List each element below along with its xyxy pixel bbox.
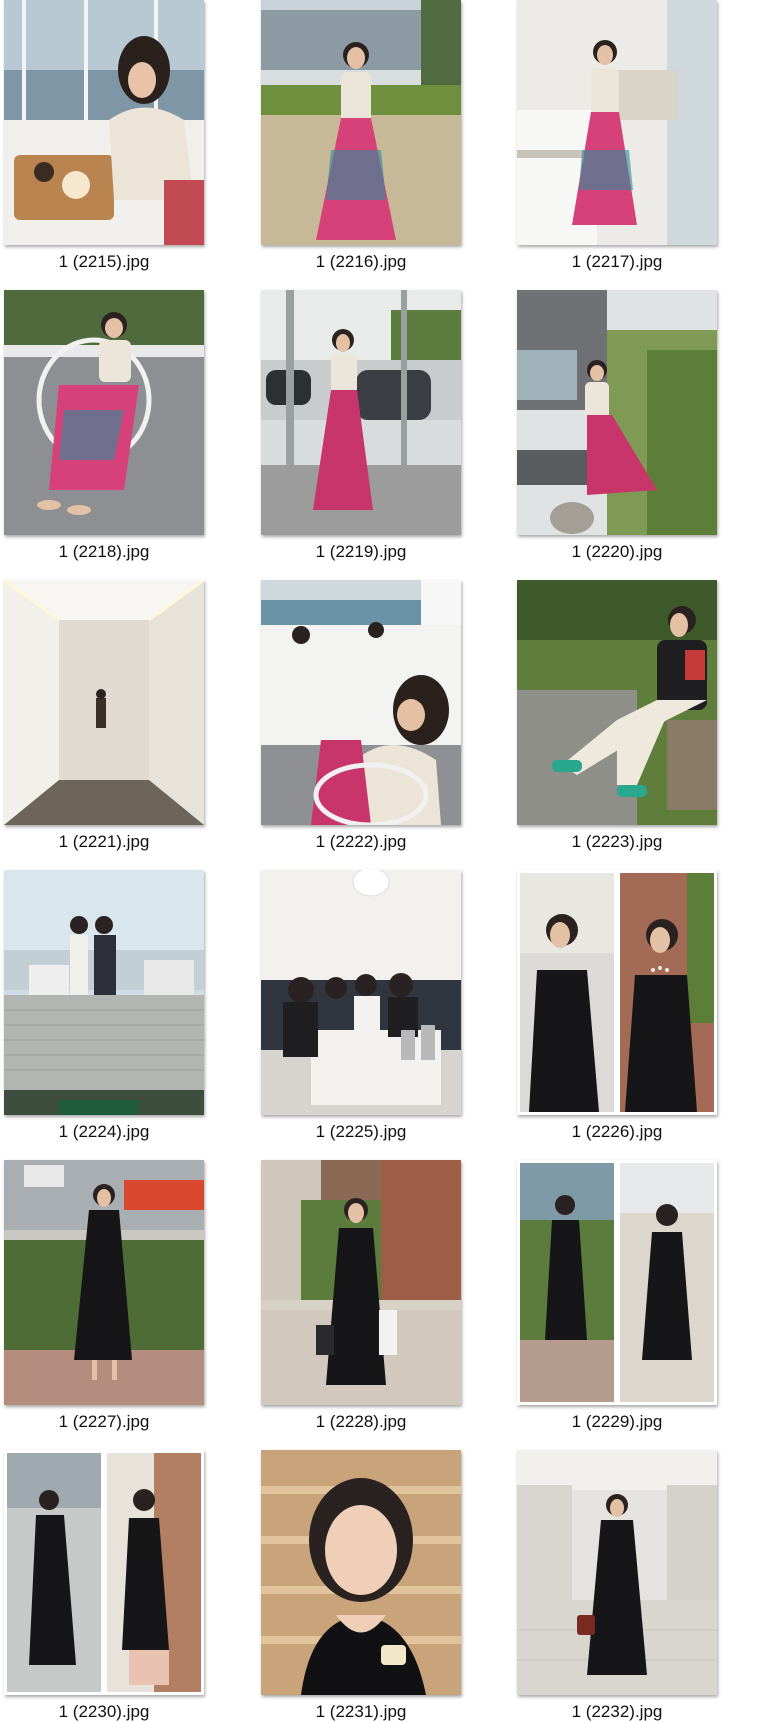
photo-woman-beach-view	[261, 580, 461, 825]
thumbnail-image[interactable]	[4, 0, 204, 245]
thumbnail-image[interactable]	[4, 290, 204, 535]
photo-woman-park-bench	[517, 580, 717, 825]
photo-woman-by-car	[261, 290, 461, 535]
thumbnail-image[interactable]	[261, 290, 461, 535]
photo-woman-black-dress-plaza	[261, 1160, 461, 1405]
file-name-label[interactable]: 1 (2228).jpg	[261, 1412, 461, 1432]
thumbnail-image[interactable]	[517, 0, 717, 245]
thumbnail-image[interactable]	[517, 1450, 717, 1695]
file-name-label[interactable]: 1 (2221).jpg	[4, 832, 204, 852]
photo-woman-bench-garden	[517, 290, 717, 535]
thumbnail-image[interactable]	[261, 1160, 461, 1405]
photo-woman-floral-skirt-terrace	[517, 0, 717, 245]
file-name-label[interactable]: 1 (2232).jpg	[517, 1702, 717, 1722]
photo-woman-sitting-gravel	[4, 290, 204, 535]
thumbnail-image[interactable]	[517, 870, 717, 1115]
file-name-label[interactable]: 1 (2215).jpg	[4, 252, 204, 272]
photo-two-women-rooftop	[4, 870, 204, 1115]
file-name-label[interactable]: 1 (2216).jpg	[261, 252, 461, 272]
file-name-label[interactable]: 1 (2227).jpg	[4, 1412, 204, 1432]
photo-woman-mall	[517, 1450, 717, 1695]
file-name-label[interactable]: 1 (2229).jpg	[517, 1412, 717, 1432]
thumbnail-image[interactable]	[4, 580, 204, 825]
thumbnail-image[interactable]	[4, 870, 204, 1115]
photo-woman-portrait	[261, 1450, 461, 1695]
file-name-label[interactable]: 1 (2217).jpg	[517, 252, 717, 272]
thumbnail-image[interactable]	[261, 580, 461, 825]
file-name-label[interactable]: 1 (2218).jpg	[4, 542, 204, 562]
thumbnail-image[interactable]	[517, 1160, 717, 1405]
photo-woman-black-dress-street	[4, 1160, 204, 1405]
thumbnail-image[interactable]	[261, 870, 461, 1115]
thumbnail-image[interactable]	[261, 1450, 461, 1695]
photo-woman-black-dress-collage-3	[4, 1450, 204, 1695]
thumbnail-image[interactable]	[517, 290, 717, 535]
file-name-label[interactable]: 1 (2231).jpg	[261, 1702, 461, 1722]
file-name-label[interactable]: 1 (2224).jpg	[4, 1122, 204, 1142]
photo-woman-cafe-window	[4, 0, 204, 245]
photo-group-restaurant	[261, 870, 461, 1115]
file-thumbnail-grid: 1 (2215).jpg 1 (2216).jpg 1 (2217).jpg 1…	[0, 0, 759, 1721]
photo-woman-floral-skirt-outdoor	[261, 0, 461, 245]
photo-woman-black-dress-collage	[517, 870, 717, 1115]
photo-corridor	[4, 580, 204, 825]
photo-woman-black-dress-collage-2	[517, 1160, 717, 1405]
thumbnail-image[interactable]	[4, 1450, 204, 1695]
thumbnail-image[interactable]	[4, 1160, 204, 1405]
file-name-label[interactable]: 1 (2230).jpg	[4, 1702, 204, 1722]
file-name-label[interactable]: 1 (2222).jpg	[261, 832, 461, 852]
thumbnail-image[interactable]	[261, 0, 461, 245]
thumbnail-image[interactable]	[517, 580, 717, 825]
file-name-label[interactable]: 1 (2225).jpg	[261, 1122, 461, 1142]
file-name-label[interactable]: 1 (2219).jpg	[261, 542, 461, 562]
file-name-label[interactable]: 1 (2223).jpg	[517, 832, 717, 852]
file-name-label[interactable]: 1 (2220).jpg	[517, 542, 717, 562]
file-name-label[interactable]: 1 (2226).jpg	[517, 1122, 717, 1142]
